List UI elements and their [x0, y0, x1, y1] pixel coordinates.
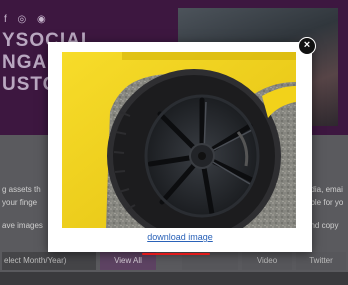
body-text-left-2: your finge — [2, 198, 38, 207]
highlight-underline — [142, 253, 210, 255]
modal-image — [62, 52, 296, 228]
bottom-strip — [0, 272, 348, 285]
month-year-select[interactable]: elect Month/Year) — [2, 252, 96, 270]
image-modal: download image — [48, 42, 312, 252]
filter-tab-video[interactable]: Video — [242, 252, 292, 270]
body-text-left-1: g assets th — [2, 185, 41, 194]
body-text-left-3: ave images — [2, 221, 43, 230]
close-icon[interactable]: × — [298, 37, 316, 55]
download-image-link[interactable]: download image — [48, 232, 312, 242]
filter-tab-twitter[interactable]: Twitter — [296, 252, 346, 270]
social-icons[interactable]: f ◎ ◉ — [4, 14, 50, 25]
